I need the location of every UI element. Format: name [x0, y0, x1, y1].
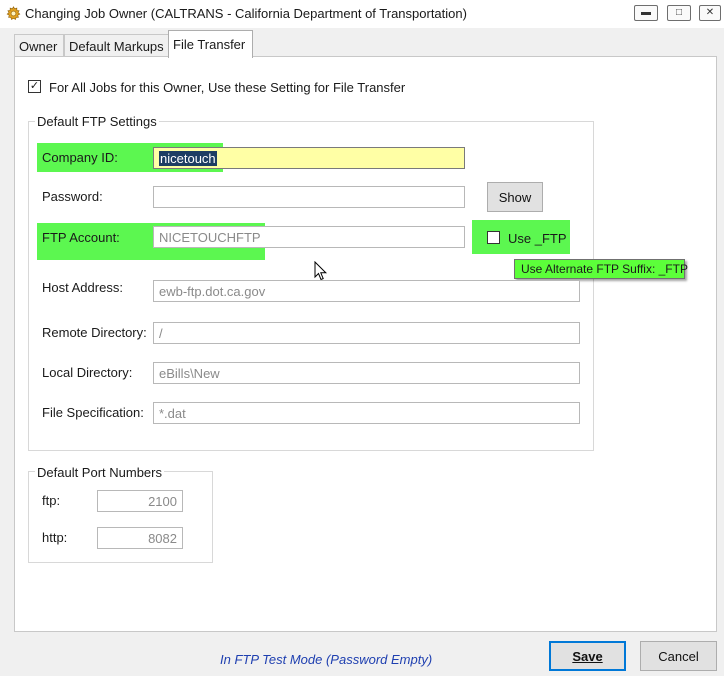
port-numbers-group [28, 471, 213, 563]
minimize-icon: ▬ [641, 7, 651, 18]
ftp-account-field[interactable]: NICETOUCHFTP [153, 226, 465, 248]
tab-default-markups[interactable]: Default Markups [64, 34, 181, 57]
maximize-button[interactable]: □ [667, 5, 691, 21]
cancel-button[interactable]: Cancel [640, 641, 717, 671]
use-ftp-suffix-tooltip: Use Alternate FTP Suffix: _FTP [514, 259, 688, 279]
remote-directory-field[interactable]: / [153, 322, 580, 344]
gear-icon [6, 6, 21, 21]
close-button[interactable]: ✕ [699, 5, 721, 21]
password-label: Password: [42, 189, 103, 204]
ftp-settings-group-label: Default FTP Settings [35, 114, 159, 129]
file-specification-field[interactable]: *.dat [153, 402, 580, 424]
use-for-all-jobs-label: For All Jobs for this Owner, Use these S… [49, 80, 406, 95]
ftp-account-label: FTP Account: [42, 230, 120, 245]
company-id-value: nicetouch [159, 150, 217, 166]
window-title: Changing Job Owner (CALTRANS - Californi… [25, 6, 467, 21]
save-button[interactable]: Save [549, 641, 626, 671]
checkmark-icon: ✓ [29, 80, 40, 92]
local-directory-field[interactable]: eBills\New [153, 362, 580, 384]
tab-owner[interactable]: Owner [14, 34, 64, 57]
maximize-icon: □ [675, 7, 683, 18]
use-ftp-suffix-label: Use _FTP [508, 231, 567, 246]
tab-file-transfer[interactable]: File Transfer [168, 30, 253, 58]
http-port-label: http: [42, 530, 68, 545]
show-password-button[interactable]: Show [487, 182, 543, 212]
close-icon: ✕ [705, 7, 715, 18]
host-address-label: Host Address: [42, 280, 123, 295]
file-specification-label: File Specification: [42, 405, 144, 420]
use-ftp-suffix-checkbox[interactable] [487, 231, 500, 244]
ftp-test-mode-status: In FTP Test Mode (Password Empty) [220, 652, 433, 667]
port-numbers-group-label: Default Port Numbers [35, 465, 164, 480]
password-field[interactable] [153, 186, 465, 208]
ftp-port-field[interactable]: 2100 [97, 490, 183, 512]
host-address-field[interactable]: ewb-ftp.dot.ca.gov [153, 280, 580, 302]
company-id-field[interactable]: nicetouch [153, 147, 465, 169]
minimize-button[interactable]: ▬ [634, 5, 658, 21]
company-id-label: Company ID: [42, 150, 118, 165]
http-port-field[interactable]: 8082 [97, 527, 183, 549]
ftp-port-label: ftp: [42, 493, 61, 508]
remote-directory-label: Remote Directory: [42, 325, 147, 340]
use-for-all-jobs-checkbox[interactable]: ✓ [28, 80, 41, 93]
local-directory-label: Local Directory: [42, 365, 133, 380]
save-button-label: Save [572, 648, 603, 664]
